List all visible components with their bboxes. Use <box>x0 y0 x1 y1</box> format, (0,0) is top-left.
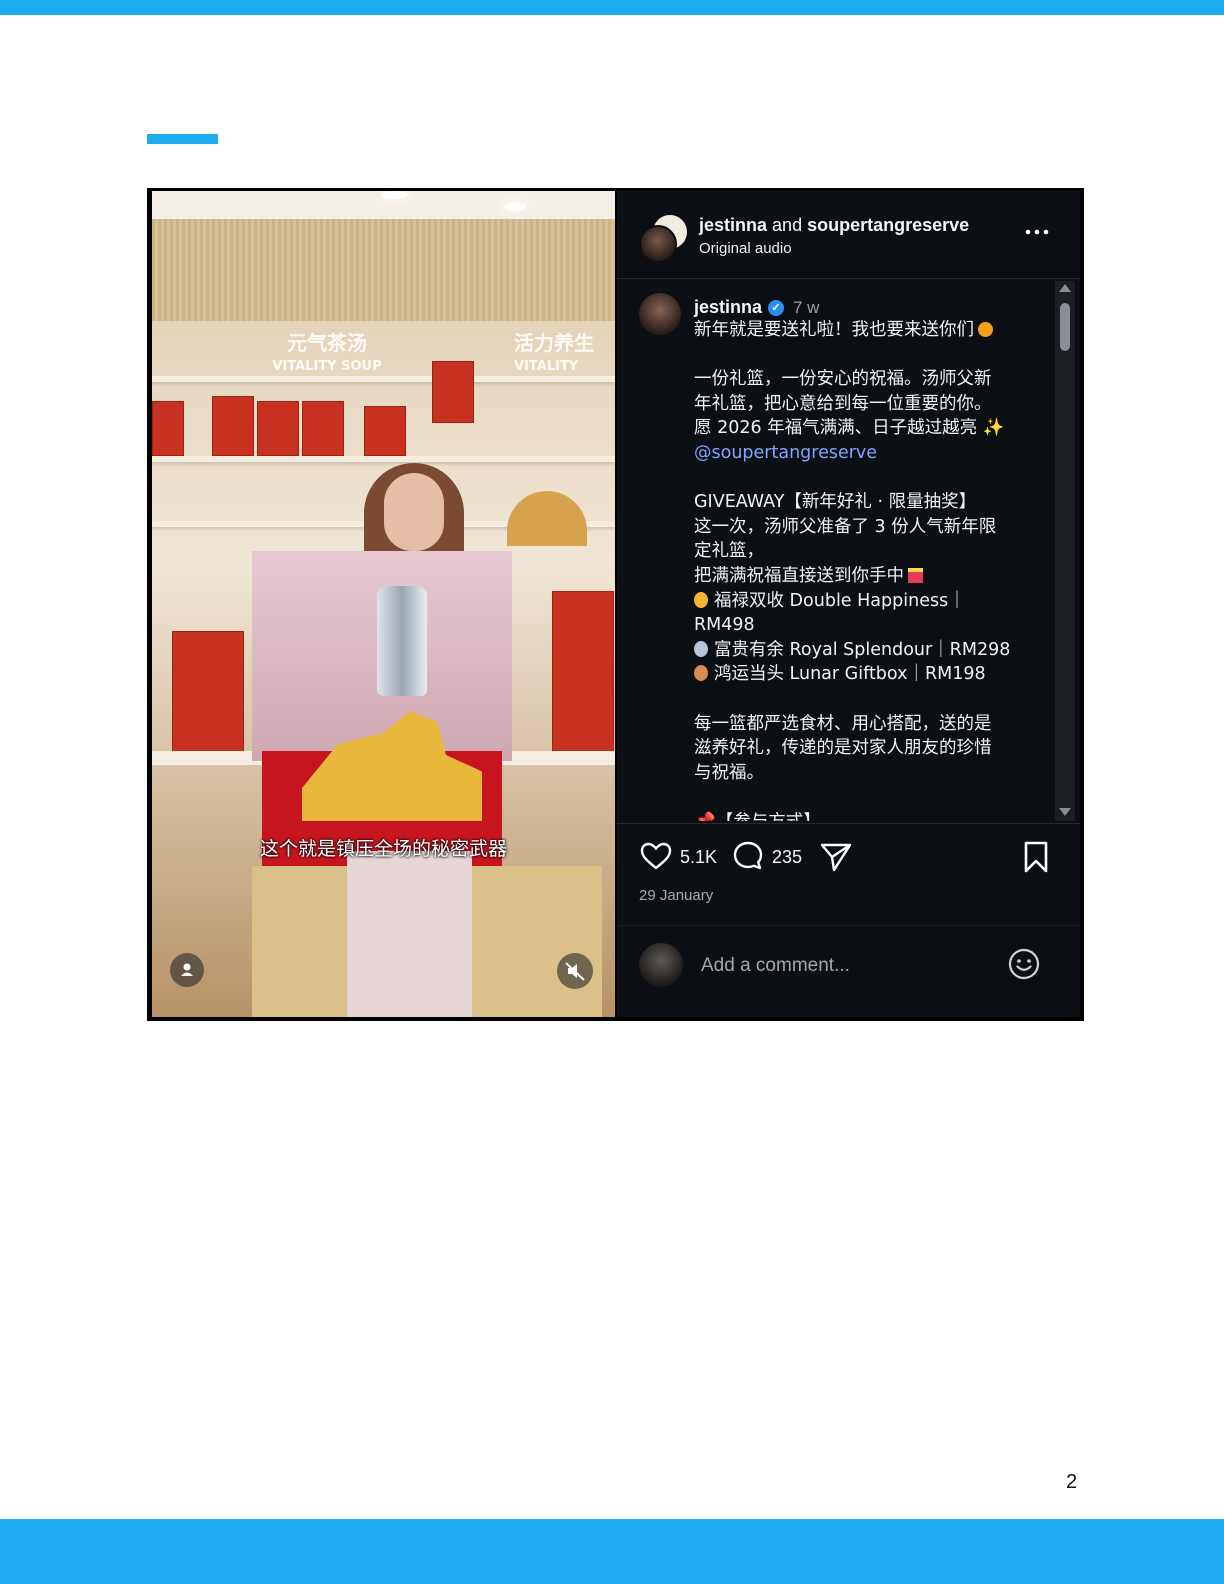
caption-line: GIVEAWAY【新年好礼 · 限量抽奖】 <box>694 492 977 513</box>
caption-line: 这一次，汤师父准备了 3 份人气新年限 <box>694 516 997 537</box>
divider <box>617 925 1080 926</box>
caption-line: 愿 2026 年福气满满、日子越过越亮 <box>694 418 978 439</box>
caption-scroll-area[interactable]: jestinna ✓ 7 w 新年就是要送礼啦！我也要来送你们 一份礼篮，一份安心… <box>617 279 1053 821</box>
product-box <box>432 361 474 423</box>
audio-link[interactable]: Original audio <box>699 240 792 257</box>
author-link[interactable]: soupertangreserve <box>807 215 969 235</box>
gold-ornament <box>507 491 587 546</box>
shelf <box>152 456 615 462</box>
top-accent-bar <box>0 0 1224 15</box>
like-count[interactable]: 5.1K <box>680 847 717 868</box>
caption-text: 新年就是要送礼啦！我也要来送你们 一份礼篮，一份安心的祝福。汤师父新 年礼篮，把… <box>694 318 1039 821</box>
divider <box>617 823 1080 824</box>
caption-scrollbar[interactable] <box>1055 281 1075 821</box>
bottle <box>377 586 427 696</box>
caption-line: 滋养好礼，传递的是对家人朋友的珍惜 <box>694 738 992 759</box>
caption-line: 鸿运当头 Lunar Giftbox｜RM198 <box>714 664 986 685</box>
video-subtitle: 这个就是镇压全场的秘密武器 <box>259 838 507 860</box>
product-box <box>212 396 254 456</box>
tagged-users-button[interactable] <box>170 953 204 987</box>
author-conjunction: and <box>772 215 803 235</box>
sign-chinese: 活力养生 <box>514 331 594 355</box>
verified-icon: ✓ <box>768 300 785 316</box>
username-text: jestinna <box>694 297 763 317</box>
page-number: 2 <box>1066 1471 1078 1493</box>
sign-chinese: 元气茶汤 <box>287 331 367 355</box>
gift-bag <box>172 631 244 758</box>
caption-line: 每一篮都严选食材、用心搭配，送的是 <box>694 713 992 734</box>
caption-line: 年礼篮，把心意给到每一位重要的你。 <box>694 393 992 414</box>
mute-toggle-button[interactable] <box>557 953 593 989</box>
caption-line: 一份礼篮，一份安心的祝福。汤师父新 <box>694 369 992 390</box>
gift-emoji-icon <box>908 567 923 583</box>
avatar <box>639 225 677 263</box>
product-stack <box>472 866 602 1017</box>
caption-line: 新年就是要送礼啦！我也要来送你们 <box>694 320 974 340</box>
ceiling-light <box>382 191 408 199</box>
avatar <box>639 943 683 987</box>
share-icon[interactable] <box>819 840 853 874</box>
person-face <box>384 473 444 551</box>
author-link[interactable]: jestinna <box>699 215 767 235</box>
caption-line: 【参与方式】 <box>716 812 821 821</box>
bookmark-icon[interactable] <box>1021 840 1051 874</box>
reel-video[interactable]: 元气茶汤 VITALITY SOUP 活力养生 VITALITY 这个就是镇压全… <box>152 191 615 1017</box>
product-stack <box>252 866 347 1017</box>
caption-line: 与祝福。 <box>694 762 764 783</box>
person-dress <box>347 851 472 1017</box>
caption-line: RM498 <box>694 615 755 636</box>
post-panel: jestinna and soupertangreserve Original … <box>617 191 1080 1017</box>
silver-medal-icon <box>694 640 708 657</box>
scroll-down-arrow-icon[interactable] <box>1059 808 1071 816</box>
muted-icon <box>565 962 585 981</box>
sparkles-emoji-icon: ✨ <box>982 418 1005 439</box>
more-options-button[interactable] <box>1025 217 1049 243</box>
emoji-icon[interactable] <box>1007 947 1041 981</box>
orange-emoji-icon <box>978 322 993 337</box>
gift-bag <box>552 591 614 753</box>
product-box <box>152 401 184 456</box>
accent-dash <box>147 134 218 144</box>
caption-username[interactable]: jestinna ✓ <box>694 297 785 318</box>
product-box <box>364 406 406 456</box>
caption-line: 福禄双收 Double Happiness｜ <box>714 590 966 611</box>
bronze-medal-icon <box>694 665 708 682</box>
gold-medal-icon <box>694 591 708 608</box>
screenshot-frame: 元气茶汤 VITALITY SOUP 活力养生 VITALITY 这个就是镇压全… <box>147 188 1084 1021</box>
post-authors: jestinna and soupertangreserve <box>699 215 969 236</box>
avatar[interactable] <box>639 293 681 335</box>
scroll-up-arrow-icon[interactable] <box>1059 284 1071 292</box>
heart-icon[interactable] <box>639 839 673 873</box>
comment-icon[interactable] <box>731 839 765 873</box>
comment-count[interactable]: 235 <box>772 847 802 868</box>
caption-line: 富贵有余 Royal Splendour｜RM298 <box>714 639 1011 660</box>
bottom-accent-bar <box>0 1519 1224 1584</box>
post-age[interactable]: 7 w <box>793 298 819 318</box>
product-box <box>302 401 344 456</box>
user-icon <box>181 963 193 976</box>
shelf <box>152 376 615 382</box>
pin-emoji-icon: 📌 <box>694 812 716 821</box>
comment-input[interactable] <box>701 953 991 979</box>
collab-avatars[interactable] <box>639 213 689 263</box>
caption-line: 定礼篮， <box>694 541 764 562</box>
mention-link[interactable]: @soupertangreserve <box>694 441 1039 466</box>
caption-line: 把满满祝福直接送到你手中 <box>694 565 904 586</box>
post-date[interactable]: 29 January <box>639 887 713 904</box>
more-icon <box>1025 229 1049 235</box>
post-header: jestinna and soupertangreserve Original … <box>617 191 1080 279</box>
scroll-thumb[interactable] <box>1060 303 1070 351</box>
product-box <box>257 401 299 456</box>
ceiling-light <box>504 203 526 211</box>
